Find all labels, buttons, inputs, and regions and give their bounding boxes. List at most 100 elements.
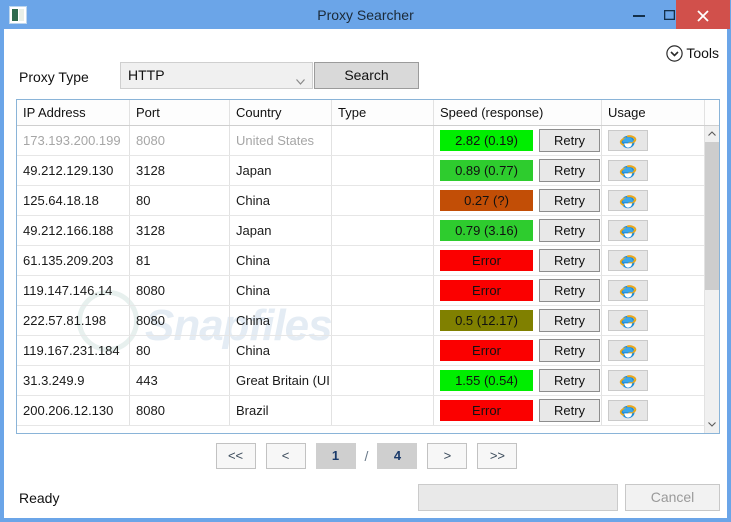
page-prev-button[interactable]: <: [265, 443, 306, 469]
table-row[interactable]: 222.57.81.198 8080 China 0.5 (12.17) Retry: [17, 306, 705, 336]
retry-button[interactable]: Retry: [539, 309, 600, 332]
column-header-country[interactable]: Country: [230, 100, 332, 125]
cell-ip-address: 61.135.209.203: [17, 246, 130, 275]
search-button[interactable]: Search: [314, 62, 419, 89]
cell-port: 443: [130, 366, 230, 395]
speed-badge: Error: [440, 400, 533, 421]
column-header-speed[interactable]: Speed (response): [434, 100, 602, 125]
cell-speed: 0.27 (?) Retry: [434, 186, 602, 215]
cell-port: 3128: [130, 156, 230, 185]
cell-ip-address: 49.212.129.130: [17, 156, 130, 185]
minimize-button[interactable]: [624, 0, 654, 29]
speed-badge: 0.5 (12.17): [440, 310, 533, 331]
cell-type: [332, 366, 434, 395]
speed-badge: Error: [440, 280, 533, 301]
column-header-usage[interactable]: Usage: [602, 100, 705, 125]
internet-explorer-icon: [619, 375, 637, 389]
cell-usage: [602, 366, 705, 395]
open-in-browser-button[interactable]: [608, 340, 648, 361]
cell-usage: [602, 246, 705, 275]
retry-button[interactable]: Retry: [539, 339, 600, 362]
table-row[interactable]: 31.3.249.9 443 Great Britain (UI 1.55 (0.54…: [17, 366, 705, 396]
cell-country: China: [230, 276, 332, 305]
page-first-button[interactable]: <<: [215, 443, 256, 469]
status-text: Ready: [19, 490, 60, 506]
cell-usage: [602, 186, 705, 215]
cell-port: 8080: [130, 126, 230, 155]
grid-header-row: IP Address Port Country Type Speed (resp…: [17, 100, 719, 126]
cell-type: [332, 216, 434, 245]
cell-usage: [602, 216, 705, 245]
retry-button[interactable]: Retry: [539, 369, 600, 392]
scroll-up-button[interactable]: [705, 126, 719, 142]
internet-explorer-icon: [619, 315, 637, 329]
table-row[interactable]: 119.167.231.184 80 China Error Retry: [17, 336, 705, 366]
maximize-icon: [663, 10, 675, 20]
table-row[interactable]: 61.135.209.203 81 China Error Retry: [17, 246, 705, 276]
table-row[interactable]: 49.212.129.130 3128 Japan 0.89 (0.77) Retry: [17, 156, 705, 186]
cell-port: 8080: [130, 276, 230, 305]
cell-ip-address: 200.206.12.130: [17, 396, 130, 425]
cell-type: [332, 186, 434, 215]
cell-speed: Error Retry: [434, 276, 602, 305]
retry-button[interactable]: Retry: [539, 189, 600, 212]
column-header-port[interactable]: Port: [130, 100, 230, 125]
retry-button[interactable]: Retry: [539, 399, 600, 422]
speed-badge: Error: [440, 340, 533, 361]
cell-ip-address: 49.212.166.188: [17, 216, 130, 245]
retry-button[interactable]: Retry: [539, 159, 600, 182]
grid-vertical-scrollbar[interactable]: [704, 126, 719, 433]
close-button[interactable]: [676, 0, 730, 29]
table-row[interactable]: 119.147.146.14 8080 China Error Retry: [17, 276, 705, 306]
open-in-browser-button[interactable]: [608, 310, 648, 331]
window-title: Proxy Searcher: [317, 7, 414, 23]
proxy-type-select[interactable]: HTTP: [120, 62, 313, 89]
table-row[interactable]: 200.206.12.130 8080 Brazil Error Retry: [17, 396, 705, 426]
speed-badge: 1.55 (0.54): [440, 370, 533, 391]
internet-explorer-icon: [619, 345, 637, 359]
cell-port: 80: [130, 336, 230, 365]
open-in-browser-button[interactable]: [608, 400, 648, 421]
speed-badge: Error: [440, 250, 533, 271]
retry-button[interactable]: Retry: [539, 129, 600, 152]
retry-button[interactable]: Retry: [539, 219, 600, 242]
internet-explorer-icon: [619, 285, 637, 299]
table-row[interactable]: 173.193.200.199 8080 United States 2.82 (0.…: [17, 126, 705, 156]
cancel-button[interactable]: Cancel: [625, 484, 720, 511]
speed-badge: 2.82 (0.19): [440, 130, 533, 151]
internet-explorer-icon: [619, 165, 637, 179]
progress-bar: [418, 484, 618, 511]
page-next-button[interactable]: >: [427, 443, 468, 469]
cell-ip-address: 125.64.18.18: [17, 186, 130, 215]
scrollbar-thumb[interactable]: [705, 142, 719, 290]
cell-usage: [602, 336, 705, 365]
retry-button[interactable]: Retry: [539, 279, 600, 302]
cell-speed: Error Retry: [434, 246, 602, 275]
page-current[interactable]: 1: [315, 443, 356, 469]
cell-type: [332, 126, 434, 155]
tools-button[interactable]: Tools: [666, 41, 719, 65]
internet-explorer-icon: [619, 195, 637, 209]
table-row[interactable]: 49.212.166.188 3128 Japan 0.79 (3.16) Retry: [17, 216, 705, 246]
scroll-down-button[interactable]: [705, 417, 719, 433]
cell-type: [332, 156, 434, 185]
close-icon: [697, 10, 709, 22]
cell-usage: [602, 306, 705, 335]
chevron-up-icon: [708, 131, 716, 136]
open-in-browser-button[interactable]: [608, 280, 648, 301]
open-in-browser-button[interactable]: [608, 190, 648, 211]
table-row[interactable]: 125.64.18.18 80 China 0.27 (?) Retry: [17, 186, 705, 216]
cell-country: China: [230, 246, 332, 275]
open-in-browser-button[interactable]: [608, 370, 648, 391]
column-header-type[interactable]: Type: [332, 100, 434, 125]
open-in-browser-button[interactable]: [608, 160, 648, 181]
open-in-browser-button[interactable]: [608, 130, 648, 151]
page-last-button[interactable]: >>: [477, 443, 518, 469]
open-in-browser-button[interactable]: [608, 220, 648, 241]
cell-usage: [602, 396, 705, 425]
retry-button[interactable]: Retry: [539, 249, 600, 272]
column-header-ip-address[interactable]: IP Address: [17, 100, 130, 125]
chevron-down-icon: [296, 72, 305, 90]
open-in-browser-button[interactable]: [608, 250, 648, 271]
chevron-down-circle-icon: [666, 44, 684, 62]
